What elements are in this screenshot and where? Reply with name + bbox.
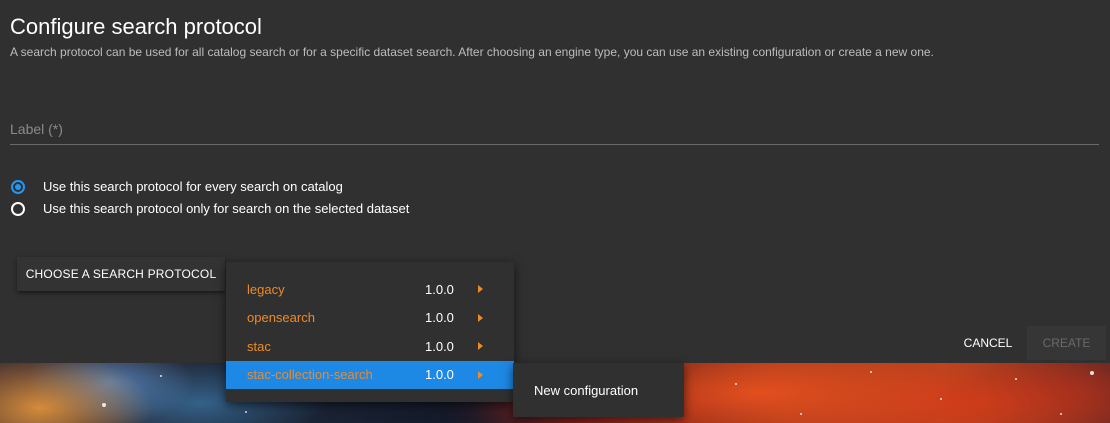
star-decoration: [735, 383, 737, 385]
chevron-right-icon: [478, 313, 483, 322]
star-decoration: [160, 375, 162, 377]
star-decoration: [1015, 378, 1017, 380]
cancel-button[interactable]: CANCEL: [950, 326, 1026, 360]
protocol-name: stac: [247, 338, 271, 354]
protocol-menu: legacy 1.0.0 opensearch 1.0.0 stac 1.0.0…: [226, 262, 514, 402]
radio-unchecked-icon[interactable]: [11, 201, 25, 216]
new-configuration-menu-item[interactable]: New configuration: [513, 363, 684, 417]
protocol-menu-item-opensearch[interactable]: opensearch 1.0.0: [226, 304, 514, 333]
choose-search-protocol-button[interactable]: CHOOSE A SEARCH PROTOCOL: [17, 257, 225, 291]
protocol-version: 1.0.0: [425, 338, 454, 354]
protocol-menu-item-stac-collection-search[interactable]: stac-collection-search 1.0.0: [226, 360, 514, 389]
star-decoration: [102, 403, 106, 407]
radio-selected-dataset[interactable]: Use this search protocol only for search…: [11, 201, 409, 216]
radio-every-search[interactable]: Use this search protocol for every searc…: [11, 179, 343, 194]
star-decoration: [245, 411, 247, 413]
protocol-menu-item-stac[interactable]: stac 1.0.0: [226, 332, 514, 361]
label-input[interactable]: Label (*): [10, 112, 1099, 145]
star-decoration: [1060, 413, 1062, 415]
protocol-version: 1.0.0: [425, 367, 454, 383]
radio-every-search-label: Use this search protocol for every searc…: [43, 179, 343, 194]
dialog-subtitle: A search protocol can be used for all ca…: [10, 45, 934, 59]
star-decoration: [940, 398, 942, 400]
star-decoration: [870, 371, 872, 373]
protocol-menu-item-legacy[interactable]: legacy 1.0.0: [226, 275, 514, 304]
protocol-version: 1.0.0: [425, 281, 454, 297]
protocol-name: stac-collection-search: [247, 367, 373, 383]
protocol-version: 1.0.0: [425, 310, 454, 326]
dialog-title: Configure search protocol: [10, 14, 262, 39]
chevron-right-icon: [478, 285, 483, 294]
star-decoration: [800, 413, 802, 415]
protocol-name: legacy: [247, 281, 285, 297]
chevron-right-icon: [478, 342, 483, 351]
radio-selected-dataset-label: Use this search protocol only for search…: [43, 201, 410, 216]
label-input-placeholder: Label (*): [10, 121, 63, 137]
configure-search-protocol-dialog: Configure search protocol A search proto…: [0, 0, 1110, 423]
radio-checked-icon[interactable]: [11, 179, 25, 194]
star-decoration: [1090, 371, 1094, 375]
chevron-right-icon: [478, 370, 483, 379]
protocol-name: opensearch: [247, 310, 315, 326]
create-button[interactable]: CREATE: [1027, 326, 1106, 360]
